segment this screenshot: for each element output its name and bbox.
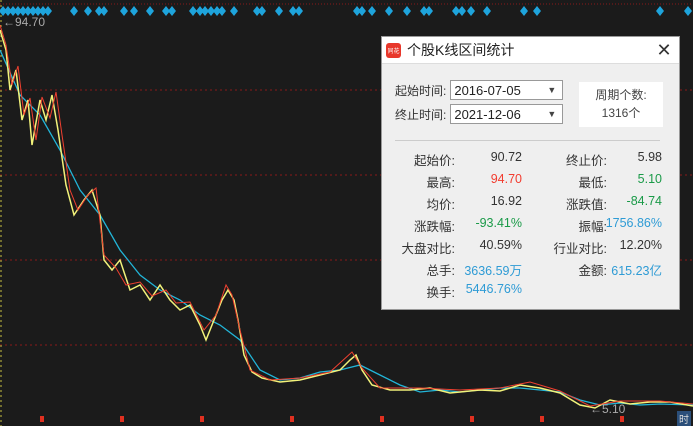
signal-diamond <box>295 6 303 16</box>
stat-value: 5.98 <box>637 150 662 164</box>
signal-diamond <box>520 6 528 16</box>
event-marker <box>200 416 204 422</box>
signal-diamond <box>146 6 154 16</box>
period-button[interactable]: 时 <box>677 411 691 426</box>
end-time-select[interactable]: 2021-12-06 ▼ <box>450 104 564 124</box>
stat-value: 5446.76% <box>465 282 522 296</box>
event-marker <box>290 416 294 422</box>
event-marker <box>620 416 624 422</box>
end-time-label: 终止时间: <box>395 107 447 122</box>
chevron-down-icon: ▼ <box>547 109 557 119</box>
stat-value: 12.20% <box>619 238 662 252</box>
signal-diamond <box>120 6 128 16</box>
signal-diamond <box>684 6 692 16</box>
stat-value: 40.59% <box>479 238 522 252</box>
stat-value: 5.10 <box>637 172 662 186</box>
max-price-label: ←94.70 <box>3 15 46 29</box>
interval-stats-dialog: 同花 个股K线区间统计 ✕ 起始时间: 2016-07-05 ▼ 终止时间: 20… <box>381 36 680 310</box>
start-time-row: 起始时间: 2016-07-05 ▼ <box>395 80 564 100</box>
period-count-box: 周期个数: 1316个 <box>579 82 663 127</box>
stat-label: 起始价: <box>414 154 455 168</box>
signal-diamond <box>533 6 541 16</box>
event-marker <box>40 416 44 422</box>
stat-value: 90.72 <box>490 150 522 164</box>
signal-diamond <box>425 6 433 16</box>
signal-diamond <box>130 6 138 16</box>
event-marker <box>470 416 474 422</box>
signal-diamond <box>275 6 283 16</box>
divider <box>395 140 660 141</box>
stat-label: 大盘对比: <box>401 242 455 256</box>
stat-value: 16.92 <box>490 194 522 208</box>
signal-diamond <box>467 6 475 16</box>
start-time-value: 2016-07-05 <box>454 82 521 98</box>
stat-value: 3636.59万 <box>464 264 522 278</box>
stat-value: -93.41% <box>475 216 522 230</box>
stat-label: 涨跌幅: <box>414 220 455 234</box>
signal-diamond <box>458 6 466 16</box>
stat-value: 1756.86% <box>605 216 662 230</box>
signal-diamond <box>258 6 266 16</box>
stat-value: -84.74 <box>626 194 662 208</box>
period-count-label: 周期个数: <box>595 88 647 102</box>
dialog-title: 个股K线区间统计 <box>407 42 515 58</box>
end-time-value: 2021-12-06 <box>454 106 521 122</box>
stat-label: 最高: <box>426 176 455 190</box>
close-button[interactable]: ✕ <box>649 40 679 61</box>
end-time-row: 终止时间: 2021-12-06 ▼ <box>395 104 564 124</box>
signal-diamond <box>483 6 491 16</box>
signal-diamond <box>70 6 78 16</box>
signal-diamond <box>656 6 664 16</box>
signal-diamond <box>368 6 376 16</box>
event-marker <box>120 416 124 422</box>
start-time-label: 起始时间: <box>395 83 447 98</box>
start-time-select[interactable]: 2016-07-05 ▼ <box>450 80 564 100</box>
signal-diamond <box>403 6 411 16</box>
signal-diamond <box>100 6 108 16</box>
stat-label: 总手: <box>426 264 455 278</box>
signal-diamond <box>189 6 197 16</box>
event-marker <box>540 416 544 422</box>
app-logo-icon: 同花 <box>386 42 401 58</box>
chevron-down-icon: ▼ <box>547 85 557 95</box>
signal-diamond <box>358 6 366 16</box>
signal-diamond <box>218 6 226 16</box>
signal-diamond <box>168 6 176 16</box>
stat-label: 换手: <box>426 286 455 300</box>
event-marker <box>380 416 384 422</box>
period-count-value: 1316个 <box>601 106 641 120</box>
signal-diamond <box>385 6 393 16</box>
signal-diamond <box>84 6 92 16</box>
stat-value: 615.23亿 <box>611 264 662 278</box>
min-price-label: ←5.10 <box>590 402 626 416</box>
title-bar[interactable]: 同花 个股K线区间统计 ✕ <box>382 37 679 64</box>
stat-value: 94.70 <box>490 172 522 186</box>
signal-diamond <box>44 6 52 16</box>
signal-diamond <box>230 6 238 16</box>
stat-label: 均价: <box>426 198 455 212</box>
